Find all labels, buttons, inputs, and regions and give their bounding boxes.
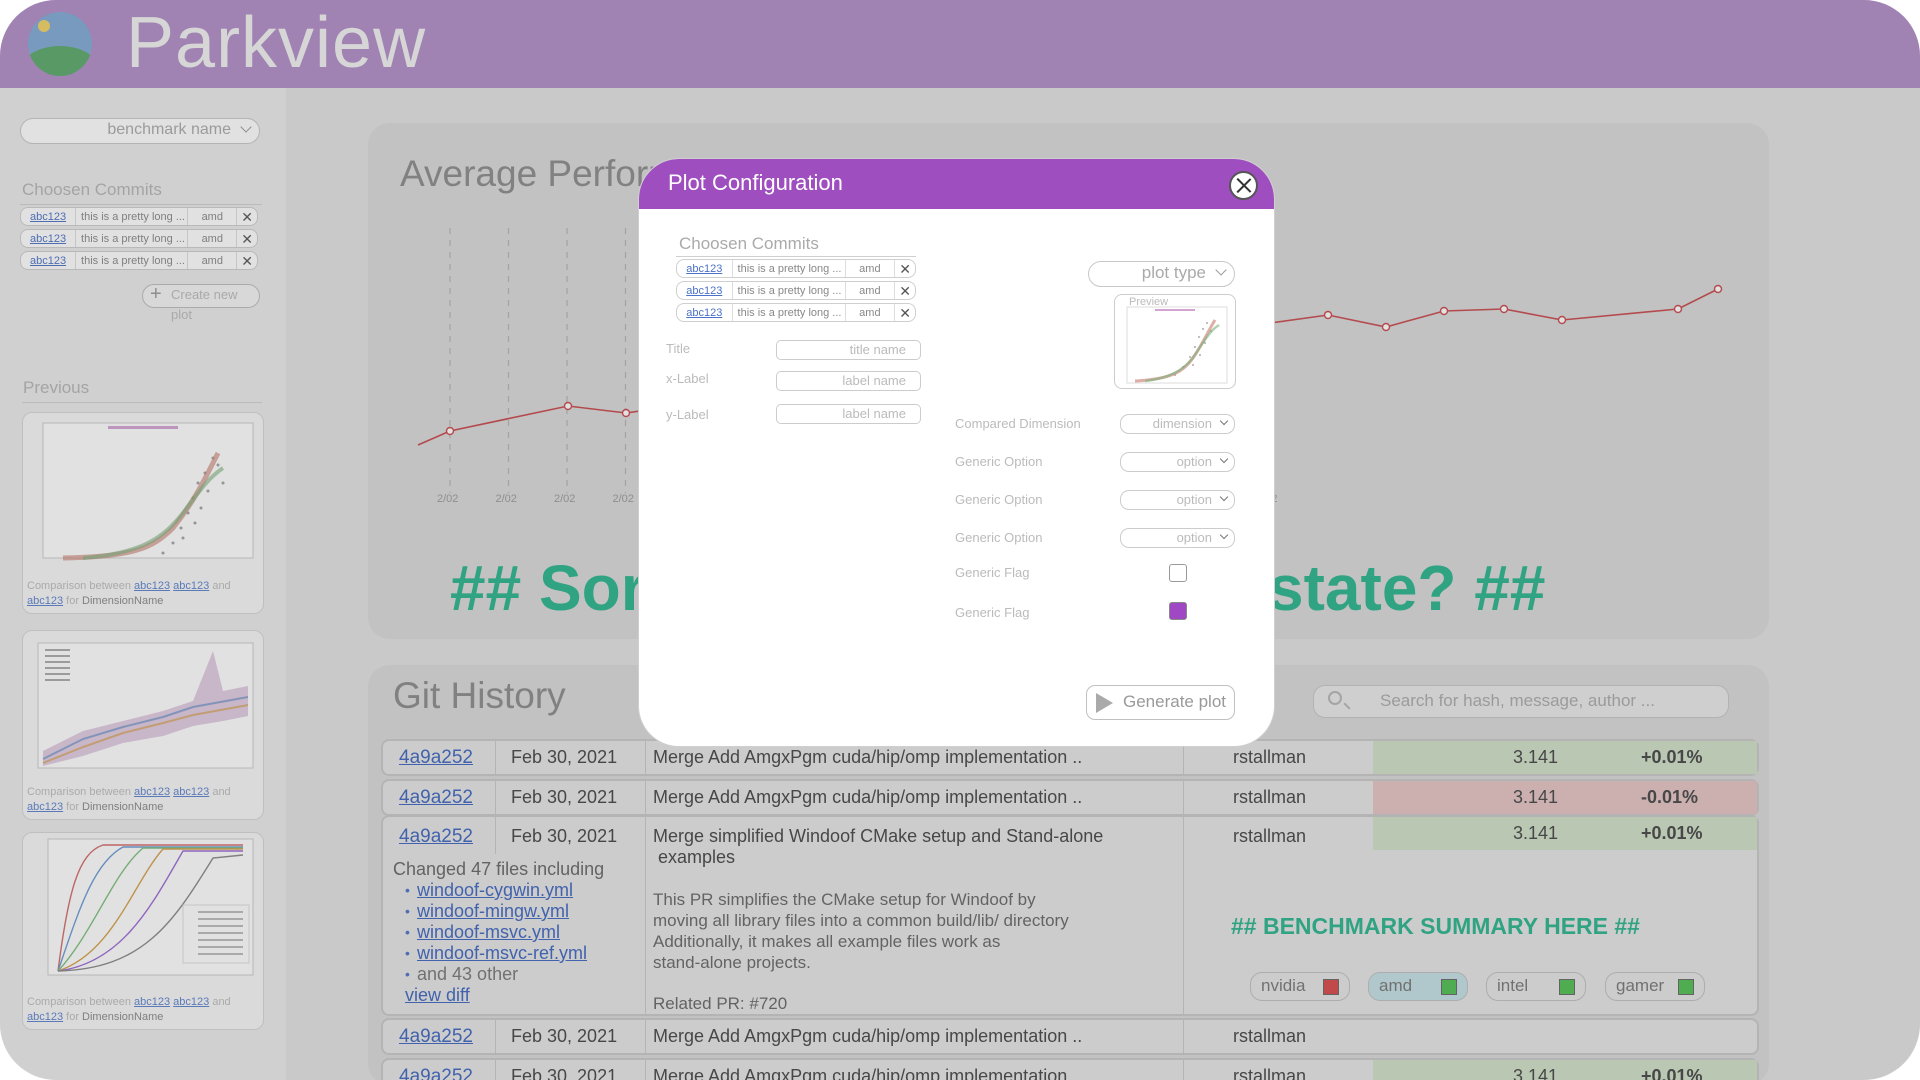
plot-type-value: plot type bbox=[1141, 263, 1206, 282]
option-select[interactable]: option bbox=[1120, 528, 1235, 548]
title-input[interactable]: title name bbox=[776, 340, 921, 360]
commit-arch: amd bbox=[846, 304, 896, 321]
chevron-down-icon bbox=[1219, 530, 1229, 540]
app-window: Parkview benchmark name Choosen Commits … bbox=[0, 0, 1920, 1080]
commit-hash-link[interactable]: abc123 bbox=[677, 260, 733, 277]
chevron-down-icon bbox=[1219, 454, 1229, 464]
commit-message: this is a pretty long ... bbox=[733, 260, 846, 277]
generic-flag-checkbox-checked[interactable] bbox=[1169, 602, 1187, 620]
y-label-label: y-Label bbox=[666, 407, 709, 422]
plot-type-select[interactable]: plot type bbox=[1088, 261, 1235, 287]
preview-scatter-plot bbox=[1126, 306, 1228, 384]
x-label-label: x-Label bbox=[666, 371, 709, 386]
chevron-down-icon bbox=[1219, 416, 1229, 426]
commit-arch: amd bbox=[846, 260, 896, 277]
chevron-down-icon bbox=[1219, 492, 1229, 502]
commit-arch: amd bbox=[846, 282, 896, 299]
close-icon[interactable]: ✕ bbox=[895, 304, 915, 321]
commit-chip: abc123 this is a pretty long ... amd ✕ bbox=[676, 281, 916, 300]
option-select[interactable]: option bbox=[1120, 452, 1235, 472]
x-label-input[interactable]: label name bbox=[776, 371, 921, 391]
play-icon bbox=[1096, 693, 1113, 713]
commit-message: this is a pretty long ... bbox=[733, 282, 846, 299]
generic-flag-checkbox[interactable] bbox=[1169, 564, 1187, 582]
generate-plot-label: Generate plot bbox=[1123, 692, 1227, 711]
close-icon[interactable]: ✕ bbox=[895, 260, 915, 277]
commit-hash-link[interactable]: abc123 bbox=[677, 282, 733, 299]
commit-hash-link[interactable]: abc123 bbox=[677, 304, 733, 321]
generate-plot-button[interactable]: Generate plot bbox=[1086, 685, 1235, 720]
plot-preview: Preview bbox=[1114, 294, 1236, 389]
option-select[interactable]: option bbox=[1120, 490, 1235, 510]
dialog-title: Plot Configuration bbox=[668, 170, 843, 195]
commit-chip: abc123 this is a pretty long ... amd ✕ bbox=[676, 259, 916, 278]
commit-chip: abc123 this is a pretty long ... amd ✕ bbox=[676, 303, 916, 322]
divider bbox=[676, 256, 916, 257]
close-icon[interactable]: ✕ bbox=[895, 282, 915, 299]
dialog-header: Plot Configuration bbox=[639, 159, 1274, 209]
chevron-down-icon bbox=[1215, 264, 1227, 276]
close-icon[interactable] bbox=[1229, 171, 1258, 200]
title-label: Title bbox=[666, 341, 691, 356]
commit-message: this is a pretty long ... bbox=[733, 304, 846, 321]
dimension-select[interactable]: dimension bbox=[1120, 414, 1235, 434]
preview-label: Preview bbox=[1129, 296, 1169, 308]
chosen-commits-title: Choosen Commits bbox=[679, 234, 819, 253]
y-label-input[interactable]: label name bbox=[776, 404, 921, 424]
